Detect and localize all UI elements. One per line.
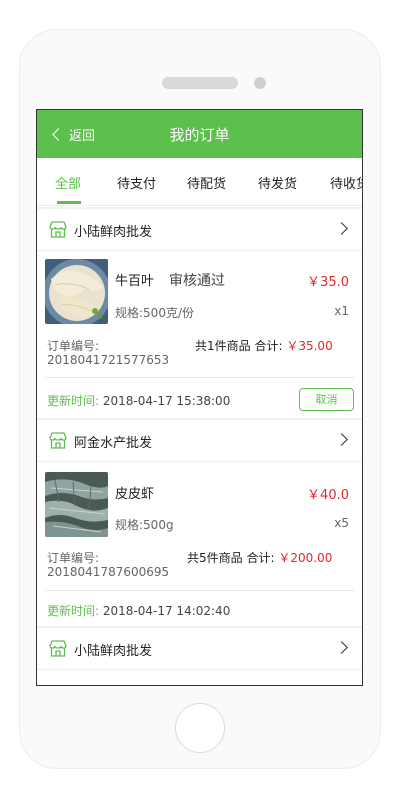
tab-all[interactable]: 全部: [55, 173, 81, 192]
order-number-label: 订单编号:: [47, 551, 100, 565]
shop-name: 阿金水产批发: [74, 436, 153, 451]
tab-pending-receipt[interactable]: 待收货: [330, 173, 362, 192]
tab-pending-allocation[interactable]: 待配货: [187, 173, 226, 192]
shop-name: 小陆鲜肉批发: [74, 644, 153, 659]
tab-pending-shipment[interactable]: 待发货: [258, 173, 297, 192]
product-price: ￥35.0: [307, 275, 349, 290]
order-number: 2018041721577653: [47, 353, 170, 367]
page-title: 我的订单: [169, 126, 230, 144]
update-time: 更新时间: 2018-04-17 14:02:40: [47, 602, 230, 619]
phone-home-button[interactable]: [175, 703, 225, 753]
product-spec: 规格:500g: [115, 518, 174, 532]
update-time-label: 更新时间:: [47, 394, 100, 408]
order-number: 2018041787600695: [47, 565, 170, 579]
active-tab-indicator: [57, 201, 81, 204]
total-label: 合计:: [246, 551, 275, 565]
chevron-right-icon: [335, 222, 348, 235]
product-image: [45, 472, 108, 537]
store-icon: [49, 221, 67, 238]
item-count: 共5件商品: [187, 551, 243, 565]
divider: [45, 590, 354, 591]
chevron-right-icon: [335, 641, 348, 654]
update-time-value: 2018-04-17 14:02:40: [102, 604, 231, 618]
store-icon: [49, 640, 67, 657]
shop-header[interactable]: 小陆鲜肉批发: [37, 209, 362, 251]
update-time-label: 更新时间:: [47, 604, 100, 618]
product-quantity: x1: [334, 304, 349, 318]
item-count: 共1件商品: [195, 339, 251, 353]
product-price: ￥40.0: [307, 488, 349, 503]
product-image: [45, 259, 108, 324]
phone-speaker: [162, 77, 238, 89]
shop-header[interactable]: 小陆鲜肉批发: [37, 628, 362, 670]
header-bar: 返回 我的订单: [37, 110, 362, 158]
shop-name: 小陆鲜肉批发: [74, 225, 153, 240]
tab-pending-payment[interactable]: 待支付: [117, 173, 156, 192]
order-total: ￥200.00: [278, 551, 333, 565]
cancel-order-button[interactable]: 取消: [299, 388, 354, 411]
update-time-value: 2018-04-17 15:38:00: [102, 394, 231, 408]
product-quantity: x5: [334, 516, 349, 530]
product-name: 牛百叶: [115, 274, 155, 289]
phone-camera: [254, 77, 266, 89]
store-icon: [49, 432, 67, 449]
total-label: 合计:: [254, 339, 283, 353]
chevron-right-icon: [335, 433, 348, 446]
product-spec: 规格:500克/份: [115, 306, 194, 320]
product-name: 皮皮虾: [115, 487, 155, 502]
order-number-label: 订单编号:: [47, 339, 100, 353]
app-screen: 返回 我的订单 全部 待支付 待配货 待发货 待收货 小陆鲜肉批发 牛百叶 审核…: [36, 109, 363, 686]
order-status: 审核通过: [169, 273, 225, 289]
order-summary: 共5件商品 合计: ￥200.00: [187, 549, 332, 566]
divider: [45, 377, 354, 378]
shop-header[interactable]: 阿金水产批发: [37, 420, 362, 462]
order-summary: 共1件商品 合计: ￥35.00: [195, 337, 333, 354]
update-time: 更新时间: 2018-04-17 15:38:00: [47, 392, 230, 409]
order-tabs: 全部 待支付 待配货 待发货 待收货: [37, 158, 362, 206]
order-total: ￥35.00: [286, 339, 333, 353]
